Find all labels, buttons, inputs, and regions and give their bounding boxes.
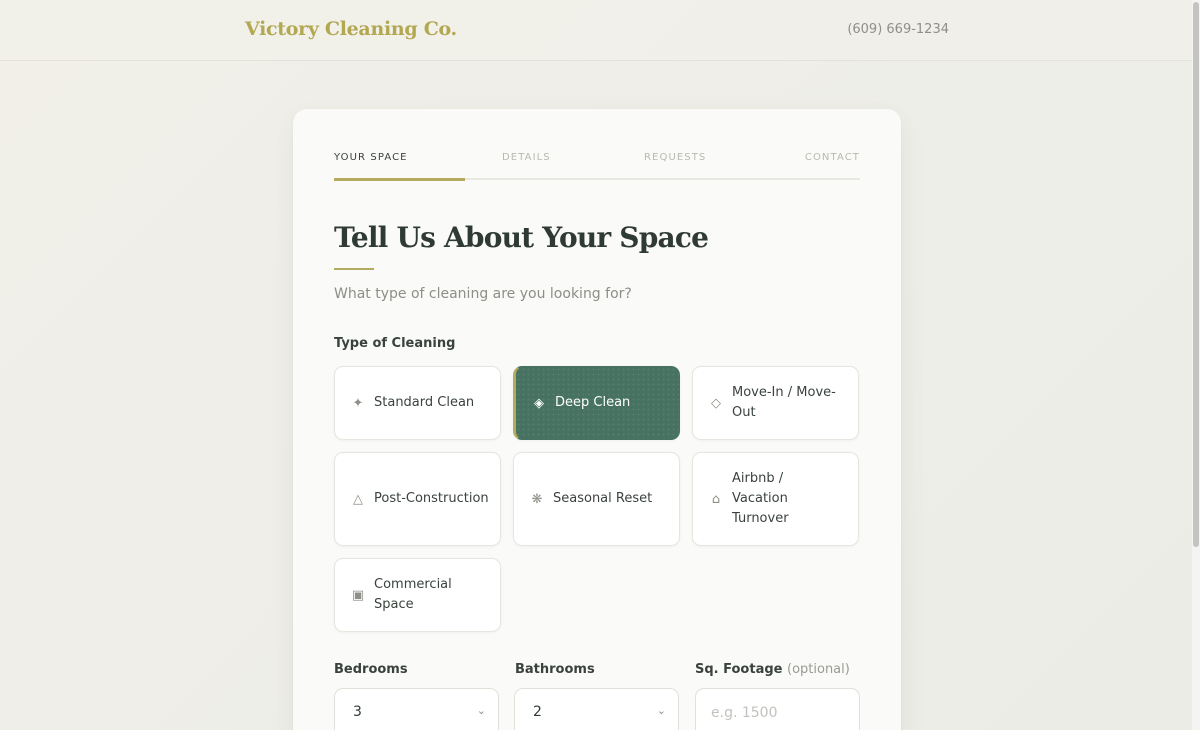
- scrollbar-thumb[interactable]: [1193, 2, 1199, 547]
- option-label: Move-In / Move-Out: [732, 385, 836, 420]
- diamond-icon: ◈: [534, 395, 544, 411]
- option-post-construction[interactable]: △ Post-Construction: [334, 452, 501, 546]
- building-icon: ▣: [351, 587, 365, 603]
- diamond-outline-icon: ◇: [711, 395, 721, 411]
- step-details[interactable]: DETAILS: [502, 152, 551, 163]
- option-label: Post-Construction: [374, 491, 489, 506]
- bathrooms-select[interactable]: 2 ⌄: [514, 688, 679, 730]
- option-label: Seasonal Reset: [553, 491, 653, 506]
- step-requests[interactable]: REQUESTS: [644, 152, 706, 163]
- step-contact[interactable]: CONTACT: [805, 152, 860, 163]
- bathrooms-label: Bathrooms: [515, 662, 595, 677]
- optional-tag: (optional): [787, 662, 850, 677]
- cleaning-type-label: Type of Cleaning: [334, 336, 456, 351]
- option-deep-clean[interactable]: ◈ Deep Clean: [513, 366, 680, 440]
- house-icon: ⌂: [711, 491, 721, 507]
- step-progress-bar: [334, 178, 465, 181]
- bedrooms-value: 3: [353, 704, 362, 720]
- page-scrollbar[interactable]: [1192, 0, 1200, 730]
- step-progress: YOUR SPACE DETAILS REQUESTS CONTACT: [334, 152, 860, 182]
- snowflake-icon: ❋: [531, 491, 543, 507]
- option-label: Standard Clean: [374, 395, 475, 410]
- bedrooms-label: Bedrooms: [334, 662, 408, 677]
- option-label: Deep Clean: [555, 395, 631, 410]
- option-label: Airbnb / Vacation Turnover: [732, 471, 789, 526]
- title-underline: [334, 268, 374, 270]
- sqft-label-text: Sq. Footage: [695, 662, 783, 677]
- chevron-down-icon: ⌄: [656, 704, 666, 717]
- bedrooms-select[interactable]: 3 ⌄: [334, 688, 499, 730]
- option-move-in-move-out[interactable]: ◇ Move-In / Move-Out: [692, 366, 859, 440]
- sparkle-icon: ✦: [352, 395, 364, 411]
- sqft-label: Sq. Footage (optional): [695, 662, 850, 677]
- triangle-icon: △: [353, 491, 363, 507]
- step-your-space[interactable]: YOUR SPACE: [334, 152, 408, 163]
- option-standard-clean[interactable]: ✦ Standard Clean: [334, 366, 501, 440]
- sqft-field[interactable]: [695, 688, 860, 730]
- option-label: Commercial Space: [374, 577, 452, 612]
- bathrooms-value: 2: [533, 704, 542, 720]
- option-seasonal-reset[interactable]: ❋ Seasonal Reset: [513, 452, 680, 546]
- site-header: Victory Cleaning Co. (609) 669-1234: [0, 0, 1192, 61]
- brand-logo[interactable]: Victory Cleaning Co.: [245, 18, 457, 40]
- option-commercial-space[interactable]: ▣ Commercial Space: [334, 558, 501, 632]
- page-title: Tell Us About Your Space: [334, 221, 709, 254]
- booking-form-card: YOUR SPACE DETAILS REQUESTS CONTACT Tell…: [293, 109, 901, 730]
- phone-link[interactable]: (609) 669-1234: [847, 22, 949, 37]
- page-subtitle: What type of cleaning are you looking fo…: [334, 286, 632, 302]
- chevron-down-icon: ⌄: [476, 704, 486, 717]
- sqft-input[interactable]: [696, 689, 859, 730]
- option-airbnb-vacation-turnover[interactable]: ⌂ Airbnb / Vacation Turnover: [692, 452, 859, 546]
